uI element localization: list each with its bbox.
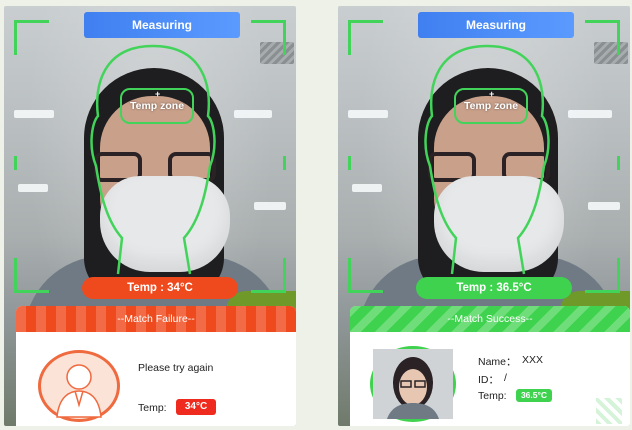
- ceiling-light: [352, 184, 382, 192]
- frame-corner-bottom-left: [348, 258, 383, 293]
- ceiling-light: [14, 110, 54, 118]
- ceiling-light: [18, 184, 48, 192]
- frame-corner-top-left: [14, 20, 49, 55]
- temp-label: Temp:: [138, 402, 167, 414]
- measuring-banner: Measuring: [418, 12, 574, 38]
- match-result-card: --Match Success-- Name： XXX ID： / Temp: …: [350, 306, 630, 426]
- frame-tick: [617, 156, 620, 170]
- crosshair-icon: +: [155, 89, 161, 99]
- temp-value-badge: 34°C: [176, 399, 216, 415]
- failure-message: Please try again: [138, 362, 214, 374]
- ceiling-light: [348, 110, 388, 118]
- match-status-header: --Match Failure--: [16, 306, 296, 332]
- camera-view-success: Measuring + Temp zone Temp : 36.5°C --Ma…: [338, 6, 630, 426]
- ceiling-light: [234, 110, 272, 118]
- frame-tick: [283, 156, 286, 170]
- crosshair-icon: +: [489, 89, 495, 99]
- person-silhouette-icon: [56, 364, 102, 418]
- frame-corner-bottom-right: [585, 258, 620, 293]
- frame-corner-bottom-left: [14, 258, 49, 293]
- name-value: XXX: [522, 354, 544, 366]
- frame-corner-top-right: [585, 20, 620, 55]
- temp-value-badge: 36.5°C: [516, 389, 552, 402]
- frame-tick: [14, 156, 17, 170]
- id-label: ID：: [478, 374, 499, 386]
- person-photo-icon: [373, 349, 453, 419]
- head-outline-icon: [90, 44, 216, 275]
- ceiling-light: [588, 202, 620, 210]
- match-result-card: --Match Failure-- Please try again Temp:…: [16, 306, 296, 426]
- frame-corner-top-right: [251, 20, 286, 55]
- camera-view-failure: Measuring + Temp zone Temp : 34°C --Matc…: [4, 6, 296, 426]
- ceiling-light: [568, 110, 612, 118]
- measuring-banner: Measuring: [84, 12, 240, 38]
- ceiling-light: [254, 202, 286, 210]
- name-label: Name：: [478, 356, 517, 368]
- head-outline-icon: [424, 44, 550, 275]
- temp-zone-box: + Temp zone: [120, 88, 194, 124]
- temperature-reading: Temp : 36.5°C: [416, 277, 572, 299]
- frame-tick: [348, 156, 351, 170]
- id-value: /: [504, 372, 507, 384]
- matched-person-photo: [370, 346, 456, 422]
- frame-corner-bottom-right: [251, 258, 286, 293]
- decorative-pattern: [596, 398, 622, 424]
- unknown-avatar: [38, 350, 120, 422]
- temp-label: Temp:: [478, 390, 507, 402]
- temperature-reading: Temp : 34°C: [82, 277, 238, 299]
- match-status-header: --Match Success--: [350, 306, 630, 332]
- frame-corner-top-left: [348, 20, 383, 55]
- temp-zone-box: + Temp zone: [454, 88, 528, 124]
